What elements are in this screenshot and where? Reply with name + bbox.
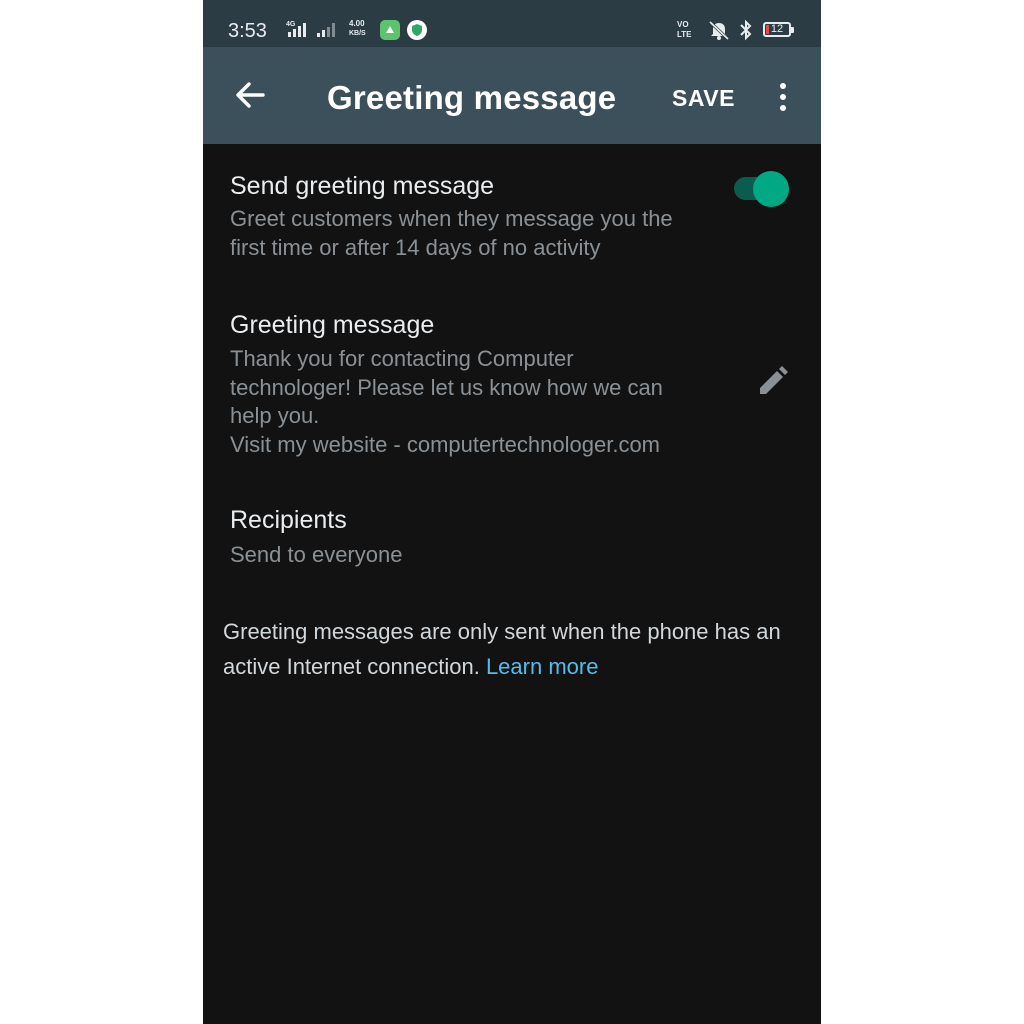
send-greeting-row[interactable]: Send greeting message Greet customers wh… bbox=[203, 166, 821, 276]
greeting-message-text: Thank you for contacting Computer techno… bbox=[230, 346, 663, 457]
recipients-subtitle: Send to everyone bbox=[230, 542, 403, 567]
pencil-icon bbox=[760, 366, 788, 394]
send-greeting-toggle[interactable] bbox=[732, 171, 790, 207]
greeting-message-title: Greeting message bbox=[230, 311, 435, 339]
app-notification-icon bbox=[380, 20, 400, 40]
battery-level: 12 bbox=[770, 23, 784, 35]
data-speed-value: 4.00 bbox=[349, 19, 365, 28]
data-speed-unit: KB/S bbox=[349, 30, 366, 37]
back-button[interactable] bbox=[231, 77, 271, 113]
greeting-message-row[interactable]: Greeting message Thank you for contactin… bbox=[203, 306, 821, 466]
recipients-title: Recipients bbox=[230, 506, 347, 534]
phone-screen: 3:53 4G 4.00 KB/S VO LTE 12 Greeting mes… bbox=[203, 0, 821, 1024]
greeting-footnote: Greeting messages are only sent when the… bbox=[223, 614, 813, 684]
arrow-left-icon bbox=[236, 82, 265, 108]
battery-icon: 12 bbox=[763, 22, 794, 37]
send-greeting-title: Send greeting message bbox=[230, 172, 495, 200]
status-bar: 3:53 4G 4.00 KB/S VO LTE 12 bbox=[203, 0, 821, 47]
bluetooth-icon bbox=[740, 19, 752, 41]
volte-top-label: VO bbox=[677, 20, 689, 29]
vibrate-icon bbox=[708, 20, 730, 41]
signal-bars-secondary-icon bbox=[317, 22, 339, 37]
save-button[interactable]: SAVE bbox=[672, 84, 735, 112]
signal-bars-icon bbox=[288, 22, 310, 37]
vpn-shield-icon bbox=[407, 20, 427, 40]
status-time: 3:53 bbox=[228, 20, 267, 42]
more-vert-icon bbox=[780, 83, 786, 89]
recipients-row[interactable]: Recipients Send to everyone bbox=[203, 502, 821, 582]
send-greeting-subtitle: Greet customers when they message you th… bbox=[230, 206, 673, 260]
more-options-button[interactable] bbox=[771, 79, 795, 115]
page-title: Greeting message bbox=[327, 79, 617, 116]
edit-greeting-button[interactable] bbox=[754, 364, 790, 400]
learn-more-link[interactable]: Learn more bbox=[486, 654, 599, 679]
volte-bottom-label: LTE bbox=[677, 30, 692, 39]
app-bar: Greeting message SAVE bbox=[203, 47, 821, 144]
